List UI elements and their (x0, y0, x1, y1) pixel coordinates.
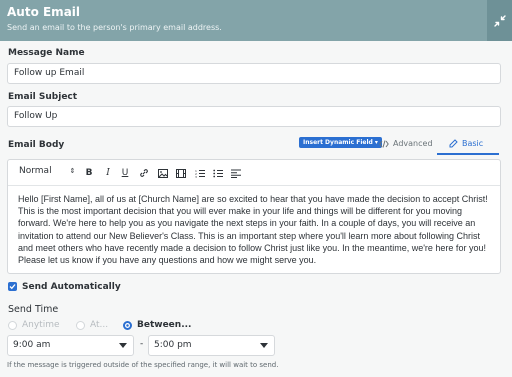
edit-icon (449, 139, 458, 148)
send-time-hint: If the message is triggered outside of t… (7, 361, 279, 369)
align-left-icon[interactable] (229, 166, 243, 180)
image-icon[interactable] (156, 166, 170, 180)
radio-between-dot (123, 320, 132, 330)
link-icon[interactable] (137, 166, 151, 180)
send-time-label: Send Time (8, 304, 59, 315)
underline-icon[interactable]: U (118, 166, 132, 180)
panel-header: Auto Email Send an email to the person's… (0, 0, 512, 41)
rich-text-editor[interactable]: Normal ⇕ B I U 123 Hello [First Name], a… (7, 159, 501, 274)
editor-toolbar: Normal ⇕ B I U 123 (8, 160, 500, 186)
format-select[interactable]: Normal ⇕ (19, 166, 75, 176)
send-automatically-label: Send Automatically (22, 282, 121, 292)
email-subject-label: Email Subject (8, 92, 78, 102)
bold-icon[interactable]: B (82, 166, 96, 180)
svg-text:3: 3 (195, 175, 197, 178)
ordered-list-icon[interactable]: 123 (193, 166, 207, 180)
collapse-arrows-icon (493, 14, 506, 27)
bullet-list-icon[interactable] (211, 166, 225, 180)
radio-anytime-dot (8, 320, 17, 330)
chevron-down-icon (260, 343, 268, 348)
radio-at[interactable]: At... (76, 320, 108, 330)
start-time-select[interactable]: 9:00 am (7, 335, 134, 356)
caret-down-icon: ▾ (374, 139, 378, 146)
tab-advanced[interactable]: Advanced (379, 139, 433, 148)
radio-between-label: Between... (137, 320, 192, 330)
code-icon (379, 139, 389, 148)
radio-at-label: At... (90, 320, 109, 330)
tab-advanced-label: Advanced (393, 139, 433, 148)
radio-anytime[interactable]: Anytime (8, 320, 60, 330)
panel-title: Auto Email (7, 5, 81, 19)
end-time-value: 5:00 pm (154, 340, 192, 350)
collapse-button[interactable] (487, 0, 512, 41)
time-range-separator: - (140, 339, 144, 349)
sort-arrows-icon: ⇕ (69, 166, 76, 175)
send-automatically-checkbox[interactable] (8, 282, 17, 291)
tab-basic-label: Basic (462, 139, 484, 148)
panel-subtitle: Send an email to the person's primary em… (7, 23, 222, 32)
video-icon[interactable] (174, 166, 188, 180)
insert-dynamic-field-button[interactable]: Insert Dynamic Field ▾ (299, 137, 382, 148)
italic-icon[interactable]: I (101, 166, 115, 180)
format-select-value: Normal (19, 166, 52, 176)
radio-between[interactable]: Between... (123, 320, 191, 330)
radio-at-dot (76, 320, 85, 330)
chevron-down-icon (119, 343, 127, 348)
message-name-input[interactable]: Follow up Email (7, 63, 501, 84)
email-body-label: Email Body (8, 140, 65, 150)
tab-basic[interactable]: Basic (449, 139, 483, 148)
active-tab-indicator (437, 153, 499, 155)
email-body-text[interactable]: Hello [First Name], all of us at [Church… (18, 193, 494, 266)
start-time-value: 9:00 am (13, 340, 51, 350)
checkmark-icon (9, 284, 16, 290)
end-time-select[interactable]: 5:00 pm (148, 335, 275, 356)
email-subject-input[interactable]: Follow Up (7, 106, 501, 127)
radio-anytime-label: Anytime (22, 320, 60, 330)
message-name-label: Message Name (8, 48, 85, 58)
insert-dynamic-field-label: Insert Dynamic Field (303, 139, 373, 146)
